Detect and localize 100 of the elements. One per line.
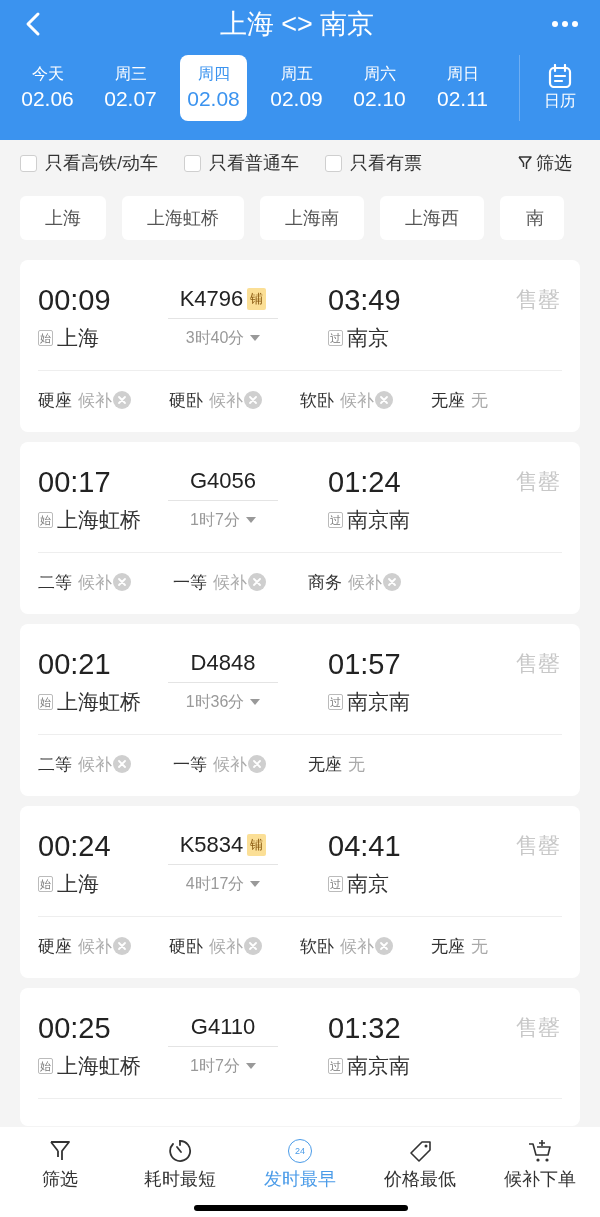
filter-checkbox[interactable]: 只看高铁/动车 — [20, 151, 158, 175]
departure-time: 00:21 — [38, 647, 112, 681]
close-circle-icon — [113, 755, 131, 773]
arrival-time: 03:49 — [328, 283, 402, 317]
seat-class: 无座 — [431, 935, 465, 958]
pass-badge: 过 — [328, 1058, 343, 1074]
close-circle-icon — [248, 573, 266, 591]
seat-status: 候补 — [348, 571, 382, 594]
seat-status: 候补 — [340, 935, 374, 958]
filter-button[interactable]: 筛选 — [518, 151, 572, 175]
checkbox[interactable] — [184, 154, 201, 172]
arrival-station: 南京南 — [347, 689, 410, 715]
seat-status: 候补 — [78, 389, 112, 412]
back-icon[interactable] — [24, 11, 42, 37]
train-number: K4796 — [179, 286, 244, 312]
cart-icon — [528, 1139, 552, 1163]
more-icon[interactable] — [552, 20, 578, 28]
origin-badge: 始 — [38, 876, 53, 892]
departure-time: 00:17 — [38, 465, 112, 499]
departure-station: 上海虹桥 — [57, 1053, 141, 1079]
origin-badge: 始 — [38, 330, 53, 346]
pass-badge: 过 — [328, 330, 343, 346]
caret-icon — [250, 335, 261, 341]
close-circle-icon — [244, 937, 262, 955]
arrival-time: 04:41 — [328, 829, 402, 863]
station-chip[interactable]: 上海南 — [260, 196, 364, 240]
sort-tab[interactable]: 候补下单 — [480, 1137, 600, 1191]
seat-class: 软卧 — [300, 935, 334, 958]
seat-status: 候补 — [78, 935, 112, 958]
close-circle-icon — [375, 391, 393, 409]
seat-class: 无座 — [308, 753, 342, 776]
origin-badge: 始 — [38, 694, 53, 710]
station-chip[interactable]: 上海西 — [380, 196, 484, 240]
route-title: 上海 <> 南京 — [218, 8, 376, 41]
arrival-time: 01:57 — [328, 647, 402, 681]
filter-icon — [49, 1139, 71, 1163]
seat-class: 硬卧 — [169, 389, 203, 412]
seat-status: 无 — [348, 753, 365, 776]
timer-icon — [168, 1139, 192, 1163]
departure-time: 00:09 — [38, 283, 112, 317]
arrival-time: 01:24 — [328, 465, 402, 499]
filter-checkbox[interactable]: 只看普通车 — [184, 151, 299, 175]
origin-badge: 始 — [38, 1058, 53, 1074]
close-circle-icon — [375, 937, 393, 955]
seat-status: 候补 — [213, 753, 247, 776]
train-number: G4056 — [189, 468, 257, 494]
caret-icon — [245, 1063, 256, 1069]
arrival-station: 南京南 — [347, 1053, 410, 1079]
close-circle-icon — [244, 391, 262, 409]
seat-status: 候补 — [340, 389, 374, 412]
caret-icon — [250, 699, 261, 705]
seat-class: 商务 — [308, 571, 342, 594]
berth-badge: 铺 — [247, 834, 267, 856]
caret-icon — [245, 517, 256, 523]
pass-badge: 过 — [328, 694, 343, 710]
price-tag-icon — [407, 1138, 433, 1164]
pass-badge: 过 — [328, 512, 343, 528]
seat-class: 二等 — [38, 571, 72, 594]
train-number: K5834 — [179, 832, 244, 858]
calendar-icon — [548, 64, 572, 88]
seat-status: 候补 — [209, 935, 243, 958]
sort-tab[interactable]: 耗时最短 — [120, 1137, 240, 1191]
station-chip[interactable]: 南 — [500, 196, 564, 240]
arrival-time: 01:32 — [328, 1011, 402, 1045]
arrival-station: 南京 — [347, 871, 389, 897]
filter-checkbox[interactable]: 只看有票 — [325, 151, 422, 175]
seat-class: 一等 — [173, 571, 207, 594]
caret-icon — [250, 881, 261, 887]
departure-station: 上海 — [57, 871, 99, 897]
seat-class: 硬座 — [38, 935, 72, 958]
seat-status: 候补 — [78, 753, 112, 776]
departure-station: 上海虹桥 — [57, 507, 141, 533]
pass-badge: 过 — [328, 876, 343, 892]
train-number: G4110 — [190, 1014, 256, 1040]
sort-tab[interactable]: 价格最低 — [360, 1137, 480, 1191]
seat-class: 无座 — [431, 389, 465, 412]
seat-class: 硬座 — [38, 389, 72, 412]
checkbox[interactable] — [325, 154, 342, 172]
seat-status: 候补 — [78, 571, 112, 594]
arrival-station: 南京南 — [347, 507, 410, 533]
seat-status: 无 — [471, 389, 488, 412]
sort-tab[interactable]: 筛选 — [0, 1137, 120, 1191]
close-circle-icon — [113, 937, 131, 955]
departure-station: 上海虹桥 — [57, 689, 141, 715]
seat-status: 无 — [471, 935, 488, 958]
departure-station: 上海 — [57, 325, 99, 351]
seat-status: 候补 — [209, 389, 243, 412]
seat-class: 二等 — [38, 753, 72, 776]
checkbox[interactable] — [20, 154, 37, 172]
station-chip[interactable]: 上海 — [20, 196, 106, 240]
close-circle-icon — [248, 755, 266, 773]
departure-time: 00:24 — [38, 829, 112, 863]
berth-badge: 铺 — [247, 288, 267, 310]
seat-class: 一等 — [173, 753, 207, 776]
departure-time: 00:25 — [38, 1011, 112, 1045]
station-chip[interactable]: 上海虹桥 — [122, 196, 244, 240]
origin-badge: 始 — [38, 512, 53, 528]
train-number: D4848 — [190, 650, 256, 676]
seat-class: 硬卧 — [169, 935, 203, 958]
seat-status: 候补 — [213, 571, 247, 594]
